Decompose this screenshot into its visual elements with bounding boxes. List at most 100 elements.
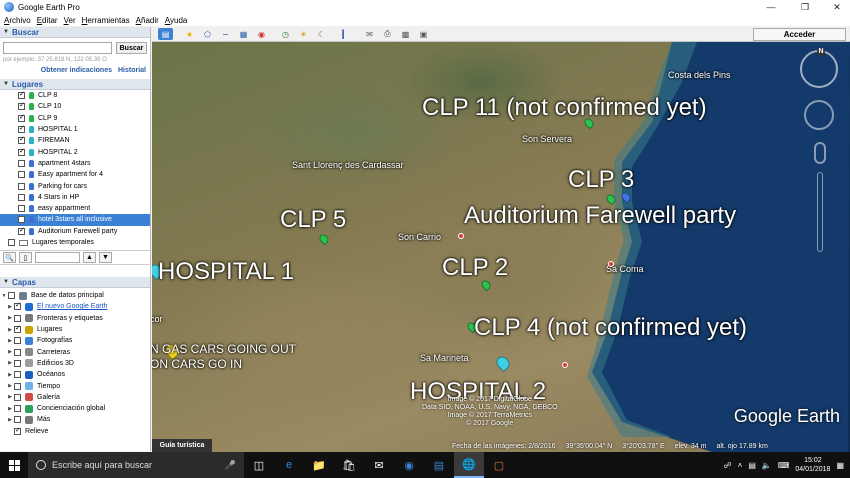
panel-toggle-icon[interactable]: ▯	[19, 252, 32, 263]
add-path-icon[interactable]: ∽	[218, 28, 233, 40]
layer-checkbox[interactable]	[14, 314, 21, 322]
street-view-person-icon[interactable]	[814, 142, 826, 164]
menu-editar[interactable]: Editar	[37, 16, 58, 25]
place-item[interactable]: hotel 3stars all inclusive	[0, 214, 150, 226]
start-button[interactable]	[0, 452, 28, 478]
place-checkbox[interactable]	[18, 226, 25, 235]
view-in-maps-icon[interactable]: ▣	[416, 28, 431, 40]
search-button[interactable]: Buscar	[116, 42, 147, 54]
place-item[interactable]: HOSPITAL 1	[0, 124, 150, 135]
layer-checkbox[interactable]	[14, 324, 21, 334]
layer-checkbox[interactable]	[14, 371, 21, 379]
places-filter-input[interactable]	[35, 252, 80, 263]
layer-checkbox[interactable]	[8, 292, 15, 300]
son-carrio-marker[interactable]	[458, 233, 464, 239]
expand-down-icon[interactable]: ▼	[0, 293, 8, 299]
search-section-header[interactable]: ▼ Buscar	[0, 27, 150, 38]
temporary-places-checkbox[interactable]	[8, 239, 15, 246]
add-overlay-icon[interactable]: ▦	[236, 28, 251, 40]
layer-item[interactable]: ▶ Océanos	[0, 369, 150, 380]
history-link[interactable]: Historial	[118, 67, 146, 74]
place-item[interactable]: 4 Stars in HP	[0, 192, 150, 203]
expand-right-icon[interactable]: ▶	[6, 327, 14, 333]
record-tour-icon[interactable]: ◉	[254, 28, 269, 40]
media-app-icon[interactable]: ▢	[484, 452, 514, 478]
place-item[interactable]: apartment 4stars	[0, 158, 150, 169]
layer-item[interactable]: ▶ Más	[0, 414, 150, 425]
edge-browser-icon[interactable]: e	[274, 452, 304, 478]
people-icon[interactable]: ☍	[724, 461, 732, 470]
task-view-icon[interactable]: ◫	[244, 452, 274, 478]
network-app-icon[interactable]: ◉	[394, 452, 424, 478]
notifications-icon[interactable]: ▦	[836, 461, 844, 470]
get-directions-link[interactable]: Obtener indicaciones	[41, 67, 112, 74]
search-icon[interactable]: 🔍	[3, 252, 16, 263]
close-button[interactable]: ✕	[826, 0, 848, 14]
layer-item[interactable]: ▶ Fronteras y etiquetas	[0, 313, 150, 324]
menu-archivo[interactable]: Archivo	[4, 16, 31, 25]
move-down-icon[interactable]: ▼	[99, 252, 112, 263]
expand-right-icon[interactable]: ▶	[6, 372, 14, 378]
places-section-header[interactable]: ▼ Lugares	[0, 79, 150, 90]
layer-item[interactable]: ▶ El nuevo Google Earth	[0, 301, 150, 312]
move-up-icon[interactable]: ▲	[83, 252, 96, 263]
sa-coma-marker[interactable]	[608, 261, 614, 267]
place-item[interactable]: Easy apartment for 4	[0, 169, 150, 180]
google-earth-taskbar-icon[interactable]: 🌐	[454, 452, 484, 478]
search-input[interactable]	[3, 42, 112, 54]
layer-checkbox[interactable]	[14, 405, 21, 413]
layer-item[interactable]: ▶ Concienciación global	[0, 403, 150, 414]
place-item[interactable]: FIREMAN	[0, 135, 150, 146]
tour-guide-button[interactable]: Guía turística	[152, 439, 212, 452]
sa-marineta-marker[interactable]	[562, 362, 568, 368]
layer-checkbox[interactable]	[14, 382, 21, 390]
layer-checkbox[interactable]	[14, 348, 21, 356]
layer-checkbox[interactable]	[14, 393, 21, 401]
menu-ayuda[interactable]: Ayuda	[165, 16, 188, 25]
expand-right-icon[interactable]: ▶	[6, 383, 14, 389]
place-item[interactable]: CLP 8	[0, 90, 150, 101]
place-checkbox[interactable]	[18, 193, 25, 201]
sunlight-icon[interactable]: ☀	[296, 28, 311, 40]
menu-anadir[interactable]: Añadir	[136, 16, 159, 25]
sidebar-toggle-icon[interactable]: ▤	[158, 28, 173, 40]
zoom-slider[interactable]	[817, 172, 823, 252]
keyboard-icon[interactable]: ⌨	[778, 461, 790, 470]
look-control[interactable]	[804, 100, 834, 130]
document-app-icon[interactable]: ▤	[424, 452, 454, 478]
layer-checkbox[interactable]	[14, 337, 21, 345]
print-icon[interactable]: ⎙	[380, 28, 395, 40]
clock[interactable]: 15:02 04/01/2018	[795, 456, 830, 474]
place-checkbox[interactable]	[18, 205, 25, 213]
layer-item[interactable]: ▶ Tiempo	[0, 380, 150, 391]
file-explorer-icon[interactable]: 📁	[304, 452, 334, 478]
layer-checkbox[interactable]	[14, 426, 21, 435]
maximize-button[interactable]: ❐	[794, 0, 816, 14]
minimize-button[interactable]: —	[760, 0, 782, 14]
expand-right-icon[interactable]: ▶	[6, 417, 14, 423]
layer-item[interactable]: ▶ Edificios 3D	[0, 358, 150, 369]
place-checkbox[interactable]	[18, 171, 25, 179]
layer-checkbox[interactable]	[14, 301, 21, 311]
place-checkbox[interactable]	[18, 90, 25, 100]
layer-checkbox[interactable]	[14, 359, 21, 367]
place-item[interactable]: CLP 10	[0, 101, 150, 112]
place-checkbox[interactable]	[18, 182, 25, 190]
expand-right-icon[interactable]: ▶	[6, 315, 14, 321]
chevron-up-icon[interactable]: ˄	[738, 461, 743, 470]
expand-right-icon[interactable]: ▶	[6, 406, 14, 412]
signin-button[interactable]: Acceder	[753, 28, 846, 41]
volume-icon[interactable]: 🔈	[762, 461, 772, 470]
place-item[interactable]: easy appartment	[0, 203, 150, 214]
add-polygon-icon[interactable]: ⬠	[200, 28, 215, 40]
temporary-places-folder[interactable]: Lugares temporales	[0, 237, 150, 248]
taskbar-search-box[interactable]: Escribe aquí para buscar 🎤	[28, 452, 244, 478]
layer-item[interactable]: ▶ Galería	[0, 392, 150, 403]
place-checkbox[interactable]	[18, 113, 25, 122]
store-icon[interactable]: 🛍	[334, 452, 364, 478]
expand-right-icon[interactable]: ▶	[6, 349, 14, 355]
email-icon[interactable]: ✉	[362, 28, 377, 40]
layers-section-header[interactable]: ▼ Capas	[0, 277, 150, 288]
place-checkbox[interactable]	[18, 159, 25, 167]
expand-right-icon[interactable]: ▶	[6, 394, 14, 400]
